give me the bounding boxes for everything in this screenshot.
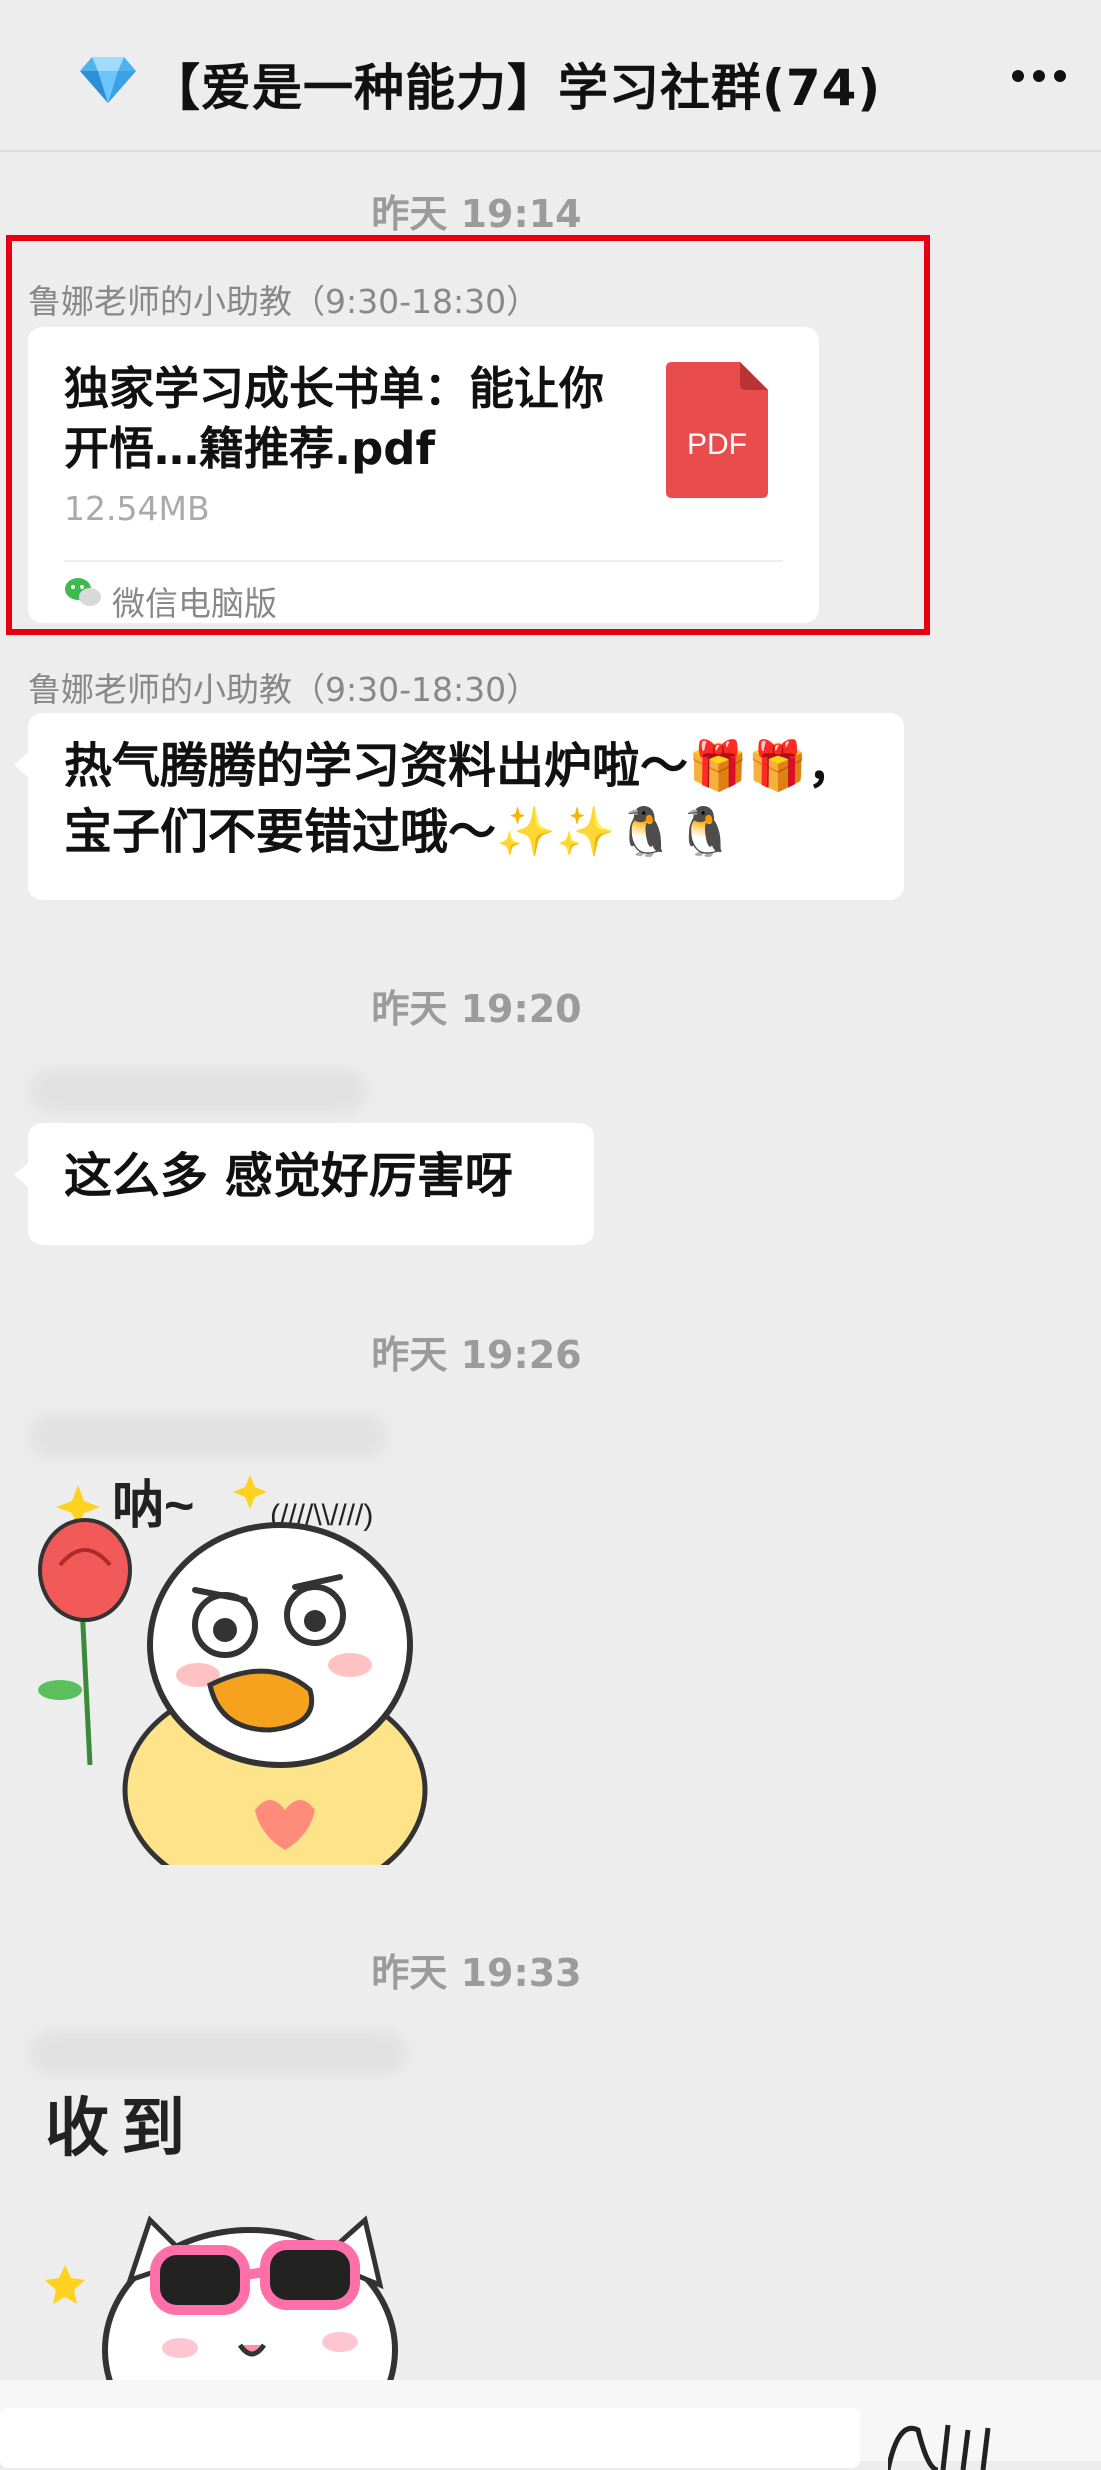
chat-title: 【爱是一种能力】学习社群(74) — [150, 59, 882, 117]
sparkle-icon — [233, 1475, 267, 1509]
text-message-bubble[interactable]: 这么多 感觉好厉害呀 — [14, 1123, 594, 1245]
timestamp: 昨天 19:33 — [371, 1951, 582, 1995]
timestamp: 昨天 19:20 — [371, 987, 582, 1031]
duck-sticker[interactable]: 呐~ (////\\////) — [20, 1465, 440, 1865]
file-size: 12.54MB — [64, 489, 210, 528]
diamond-icon — [80, 57, 136, 103]
blurred-sender-name — [28, 1068, 368, 1114]
timestamp: 昨天 19:26 — [371, 1333, 582, 1377]
sticker-text: 呐~ — [112, 1477, 194, 1535]
cat-sticker[interactable]: 收到 — [20, 2080, 440, 2380]
timestamp: 昨天 19:14 — [371, 192, 582, 236]
input-bar — [0, 2380, 1101, 2470]
file-source: 微信电脑版 — [112, 584, 277, 623]
blurred-sender-name — [28, 1413, 388, 1459]
blurred-sender-name — [28, 2030, 408, 2076]
file-message-card[interactable]: 独家学习成长书单：能让你开悟…籍推荐.pdf 12.54MB PDF 微信电脑版 — [28, 327, 819, 623]
chat-header: 【爱是一种能力】学习社群(74) — [0, 0, 1101, 152]
text-message-bubble[interactable]: 热气腾腾的学习资料出炉啦～🎁🎁，宝子们不要错过哦～✨✨🐧🐧 — [14, 713, 904, 900]
pdf-label: PDF — [687, 428, 747, 461]
pdf-file-icon: PDF — [666, 362, 768, 498]
more-icon[interactable] — [1010, 68, 1068, 84]
file-name: 独家学习成长书单：能让你开悟…籍推荐.pdf — [64, 362, 605, 475]
sender-name: 鲁娜老师的小助教（9:30-18:30） — [28, 670, 540, 709]
wechat-icon — [65, 578, 101, 606]
message-input[interactable] — [0, 2408, 860, 2468]
divider — [64, 560, 783, 562]
sender-name: 鲁娜老师的小助教（9:30-18:30） — [28, 282, 540, 321]
voice-wave-icon[interactable] — [888, 2400, 1088, 2470]
sticker-text: 收到 — [45, 2092, 197, 2164]
